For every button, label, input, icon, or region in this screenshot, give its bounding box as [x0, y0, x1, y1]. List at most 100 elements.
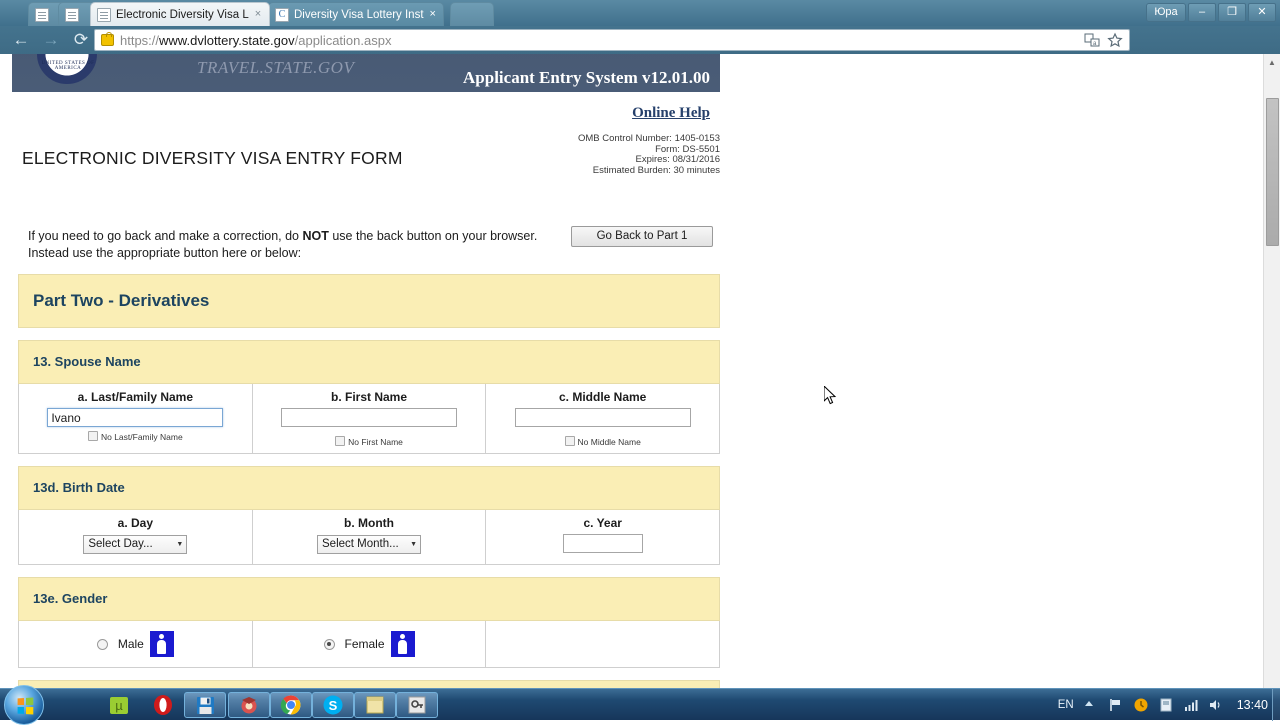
taskbar-notepad-icon[interactable]: [354, 692, 396, 718]
close-icon[interactable]: ×: [255, 9, 261, 20]
user-profile-button[interactable]: Юра: [1146, 3, 1186, 22]
part-two-heading-band: Part Two - Derivatives: [18, 274, 720, 328]
taskbar-save-floppy-icon[interactable]: [184, 692, 226, 718]
first-name-cell: b. First Name No First Name: [253, 384, 487, 453]
gender-fields: Male Female: [18, 621, 720, 668]
gender-male-cell[interactable]: Male: [19, 621, 253, 667]
document-icon: [65, 8, 79, 22]
taskbar-utorrent-icon[interactable]: µ: [98, 692, 140, 718]
no-middle-name-row[interactable]: No Middle Name: [490, 436, 715, 447]
scroll-up-arrow-icon[interactable]: ▲: [1264, 54, 1280, 71]
male-person-icon: [150, 631, 174, 657]
maximize-button[interactable]: ❐: [1218, 3, 1246, 22]
taskbar-chrome-icon[interactable]: [270, 692, 312, 718]
part-two-heading: Part Two - Derivatives: [33, 291, 209, 310]
volume-icon[interactable]: [1208, 697, 1224, 713]
new-tab-button[interactable]: [450, 2, 494, 26]
page-title: ELECTRONIC DIVERSITY VISA ENTRY FORM: [22, 148, 403, 169]
us-department-of-state-seal-icon: UNITED STATES OF AMERICA: [37, 54, 97, 84]
omb-estimated-burden: Estimated Burden: 30 minutes: [420, 166, 720, 177]
birth-city-heading-band: 13f. City Where Spouse Was Born: [18, 680, 720, 688]
no-last-family-name-row[interactable]: No Last/Family Name: [23, 431, 248, 442]
action-center-flag-icon[interactable]: [1108, 697, 1124, 713]
go-back-to-part-1-button[interactable]: Go Back to Part 1: [571, 226, 713, 247]
gender-male-line: Male: [23, 631, 248, 657]
last-family-name-input[interactable]: Ivano: [47, 408, 223, 427]
spouse-name-heading: 13. Spouse Name: [33, 354, 141, 369]
language-indicator[interactable]: EN: [1058, 699, 1074, 711]
site-banner: UNITED STATES OF AMERICA TRAVEL.STATE.GO…: [12, 54, 720, 92]
window-controls: Юра – ❐ ✕: [1146, 1, 1276, 23]
taskbar-key-app-icon[interactable]: [396, 692, 438, 718]
close-window-button[interactable]: ✕: [1248, 3, 1276, 22]
taskbar-opera-icon[interactable]: [142, 692, 184, 718]
svg-text:µ: µ: [115, 698, 123, 713]
applicant-entry-system-title: Applicant Entry System v12.01.00: [463, 68, 710, 88]
online-help-link[interactable]: Online Help: [632, 105, 710, 121]
birth-month-select[interactable]: Select Month...: [317, 535, 421, 554]
birth-date-heading-band: 13d. Birth Date: [18, 466, 720, 510]
gender-heading-band: 13e. Gender: [18, 577, 720, 621]
url-path: /application.aspx: [295, 33, 392, 48]
svg-text:S: S: [329, 698, 338, 713]
gender-female-line: Female: [257, 631, 482, 657]
omb-control-number: OMB Control Number: 1405-0153: [420, 134, 720, 145]
seal-text: UNITED STATES OF AMERICA: [38, 61, 98, 71]
birth-date-fields: a. Day Select Day... b. Month Select Mon…: [18, 510, 720, 565]
middle-name-label: c. Middle Name: [490, 390, 715, 404]
device-icon[interactable]: [1158, 697, 1174, 713]
taskbar-skype-icon[interactable]: S: [312, 692, 354, 718]
no-middle-name-checkbox[interactable]: [565, 436, 575, 446]
birth-month-cell: b. Month Select Month...: [253, 510, 487, 564]
close-icon[interactable]: ×: [430, 9, 436, 20]
gender-female-cell[interactable]: Female: [253, 621, 487, 667]
tab-diversity-visa-lottery-instructions[interactable]: C Diversity Visa Lottery Inst ×: [268, 2, 444, 26]
online-help-row: Online Help: [12, 92, 720, 122]
taskbar-audio-app-icon[interactable]: [228, 692, 270, 718]
show-hidden-icons-chevron-icon[interactable]: [1083, 697, 1099, 713]
first-name-input[interactable]: [281, 408, 457, 427]
network-signal-icon[interactable]: [1183, 697, 1199, 713]
forward-button[interactable]: →: [38, 27, 64, 53]
last-family-name-label: a. Last/Family Name: [23, 390, 248, 404]
star-icon[interactable]: [1107, 32, 1123, 48]
translate-icon[interactable]: a: [1084, 32, 1100, 48]
page-scrollbar[interactable]: ▲: [1263, 54, 1280, 688]
clock[interactable]: 13:40: [1237, 698, 1268, 712]
gender-male-label: Male: [118, 637, 144, 651]
gender-male-radio[interactable]: [97, 639, 108, 650]
no-last-family-name-label: No Last/Family Name: [101, 432, 183, 442]
minimize-button[interactable]: –: [1188, 3, 1216, 22]
no-first-name-checkbox[interactable]: [335, 436, 345, 446]
birth-month-label: b. Month: [257, 516, 482, 530]
start-button[interactable]: [4, 685, 44, 725]
scrollbar-thumb[interactable]: [1266, 98, 1279, 246]
gender-female-radio[interactable]: [324, 639, 335, 650]
omb-info-block: OMB Control Number: 1405-0153 Form: DS-5…: [420, 134, 720, 176]
no-last-family-name-checkbox[interactable]: [88, 431, 98, 441]
instructions-line1-after: use the back button on your browser.: [329, 229, 537, 243]
first-name-label: b. First Name: [257, 390, 482, 404]
title-row: ELECTRONIC DIVERSITY VISA ENTRY FORM OMB…: [12, 134, 720, 206]
url-host: www.dvlottery.state.gov: [159, 33, 295, 48]
no-first-name-row[interactable]: No First Name: [257, 436, 482, 447]
back-button[interactable]: ←: [8, 27, 34, 53]
no-first-name-label: No First Name: [348, 437, 403, 447]
tab-electronic-diversity-visa[interactable]: Electronic Diversity Visa L ×: [90, 2, 270, 26]
update-icon[interactable]: [1133, 697, 1149, 713]
middle-name-input[interactable]: [515, 408, 691, 427]
reload-button[interactable]: ⟳: [68, 27, 94, 53]
birth-date-heading: 13d. Birth Date: [33, 480, 125, 495]
last-family-name-cell: a. Last/Family Name Ivano No Last/Family…: [19, 384, 253, 453]
birth-year-label: c. Year: [490, 516, 715, 530]
circle-icon: C: [275, 8, 289, 22]
document-icon: [97, 8, 111, 22]
show-desktop-button[interactable]: [1272, 689, 1280, 721]
browser-chrome: Electronic Diversity Visa L × C Diversit…: [0, 0, 1280, 54]
female-person-icon: [391, 631, 415, 657]
address-bar[interactable]: https:// www.dvlottery.state.gov /applic…: [94, 29, 1130, 51]
instructions-line2: Instead use the appropriate button here …: [28, 246, 301, 260]
document-icon: [35, 8, 49, 22]
birth-year-input[interactable]: [563, 534, 643, 553]
birth-day-select[interactable]: Select Day...: [83, 535, 187, 554]
